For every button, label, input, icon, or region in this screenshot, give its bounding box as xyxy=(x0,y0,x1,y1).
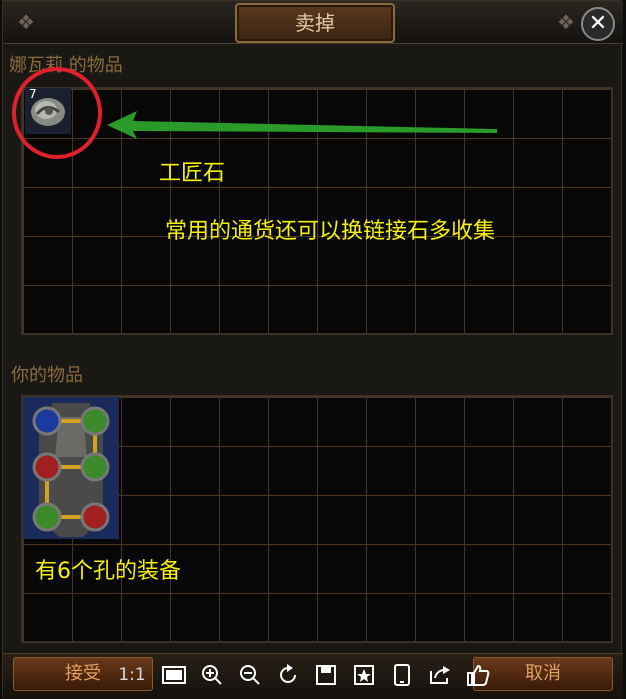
ornament-icon: ❖ xyxy=(557,10,575,34)
close-button[interactable]: ✕ xyxy=(581,7,615,41)
highlight-circle xyxy=(12,67,102,159)
ratio-button[interactable]: 1:1 xyxy=(113,660,151,690)
title-bar: ❖ ❖ 卖掉 ✕ xyxy=(3,1,623,44)
rotate-icon[interactable] xyxy=(273,660,303,690)
title-plate: 卖掉 xyxy=(235,3,395,43)
zoom-out-icon[interactable] xyxy=(235,660,265,690)
six-socket-armour-icon[interactable] xyxy=(23,397,119,539)
window-title: 卖掉 xyxy=(295,11,335,35)
ornament-icon: ❖ xyxy=(17,10,35,34)
sell-window: ❖ ❖ 卖掉 ✕ 娜瓦莉 的物品 7 工匠石 常用的通货还可以换链接石多收集 你… xyxy=(2,0,623,699)
player-items-label: 你的物品 xyxy=(11,365,83,386)
item-note-annotation: 常用的通货还可以换链接石多收集 xyxy=(165,219,496,244)
image-viewer-toolbar: 1:1 xyxy=(113,657,501,693)
close-icon: ✕ xyxy=(588,11,608,36)
phone-icon[interactable] xyxy=(387,660,417,690)
share-icon[interactable] xyxy=(425,660,455,690)
fullscreen-icon[interactable] xyxy=(159,660,189,690)
zoom-in-icon[interactable] xyxy=(197,660,227,690)
save-icon[interactable] xyxy=(311,660,341,690)
bookmark-icon[interactable] xyxy=(349,660,379,690)
item-name-annotation: 工匠石 xyxy=(159,161,226,186)
player-item-annotation: 有6个孔的装备 xyxy=(35,559,181,584)
like-icon[interactable] xyxy=(463,660,493,690)
arrow-icon xyxy=(107,111,497,139)
